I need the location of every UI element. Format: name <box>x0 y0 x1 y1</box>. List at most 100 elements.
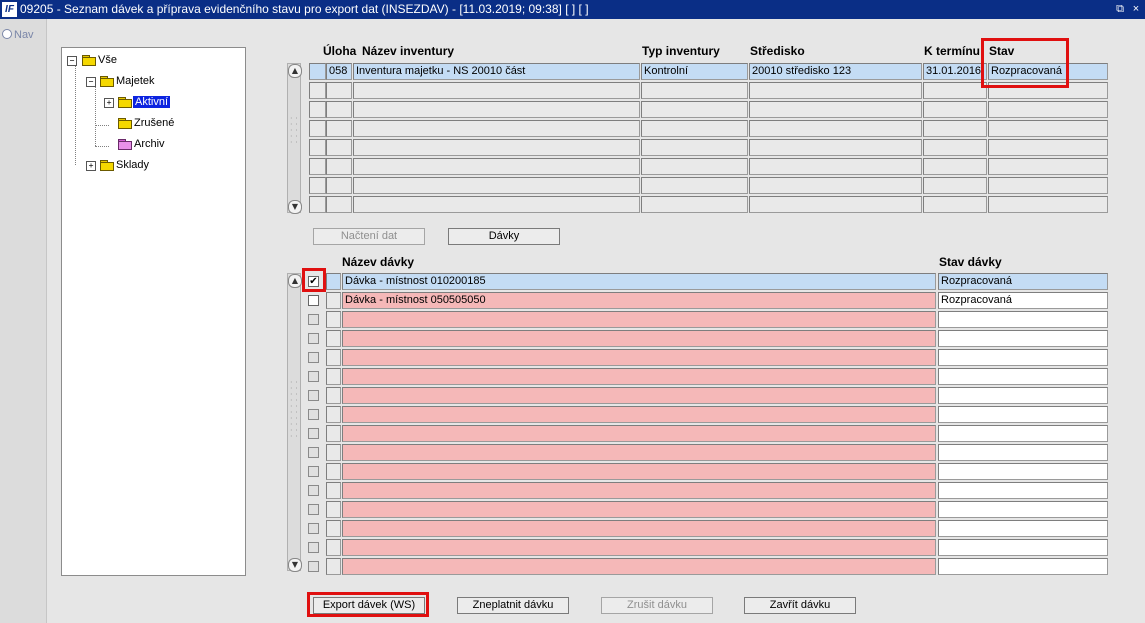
cell-nazev-davky[interactable] <box>342 406 936 423</box>
batch-checkbox[interactable]: ✔ <box>308 276 319 287</box>
row-selector[interactable] <box>309 101 326 118</box>
cell-stav-davky[interactable]: Rozpracovaná <box>938 292 1108 309</box>
scroll-down-icon[interactable]: ▼ <box>288 200 302 214</box>
row-selector[interactable] <box>309 139 326 156</box>
row-selector[interactable] <box>326 444 341 461</box>
cell-stredisko[interactable] <box>749 196 922 213</box>
cell-k-terminu[interactable]: 31.01.2016 <box>923 63 987 80</box>
batch-checkbox[interactable] <box>308 314 319 325</box>
cell-stav-davky[interactable] <box>938 349 1108 366</box>
cell-stredisko[interactable] <box>749 120 922 137</box>
cell-uloha[interactable] <box>326 139 352 156</box>
batch-checkbox[interactable] <box>308 428 319 439</box>
batch-checkbox[interactable] <box>308 542 319 553</box>
cell-nazev-inventury[interactable] <box>353 139 640 156</box>
cell-typ-inventury[interactable]: Kontrolní <box>641 63 748 80</box>
cell-nazev-inventury[interactable] <box>353 101 640 118</box>
cell-typ-inventury[interactable] <box>641 196 748 213</box>
row-selector[interactable] <box>326 520 341 537</box>
expand-icon[interactable]: + <box>104 98 114 108</box>
row-selector[interactable] <box>309 158 326 175</box>
batch-checkbox[interactable] <box>308 561 319 572</box>
cell-stav[interactable] <box>988 101 1108 118</box>
batch-checkbox[interactable] <box>308 409 319 420</box>
cell-stav-davky[interactable] <box>938 558 1108 575</box>
cell-stav-davky[interactable] <box>938 444 1108 461</box>
cell-typ-inventury[interactable] <box>641 101 748 118</box>
cell-stav-davky[interactable] <box>938 406 1108 423</box>
cell-nazev-davky[interactable] <box>342 520 936 537</box>
row-selector[interactable] <box>309 120 326 137</box>
row-selector[interactable] <box>326 311 341 328</box>
batch-checkbox[interactable] <box>308 447 319 458</box>
cell-nazev-inventury[interactable] <box>353 177 640 194</box>
cell-stav-davky[interactable] <box>938 482 1108 499</box>
tree-item-archiv[interactable]: Archiv <box>134 137 165 151</box>
cell-stredisko[interactable] <box>749 158 922 175</box>
cell-uloha[interactable] <box>326 158 352 175</box>
cell-stav-davky[interactable] <box>938 330 1108 347</box>
cell-nazev-davky[interactable] <box>342 368 936 385</box>
cell-k-terminu[interactable] <box>923 196 987 213</box>
tree-item-sklady[interactable]: Sklady <box>116 158 149 172</box>
collapse-icon[interactable]: − <box>67 56 77 66</box>
cell-uloha[interactable]: 058 <box>326 63 352 80</box>
cell-typ-inventury[interactable] <box>641 82 748 99</box>
row-selector[interactable] <box>326 406 341 423</box>
tree-item-vse[interactable]: Vše <box>98 53 117 67</box>
batch-checkbox[interactable] <box>308 466 319 477</box>
cell-nazev-inventury[interactable] <box>353 82 640 99</box>
row-selector[interactable] <box>326 425 341 442</box>
cell-stav-davky[interactable] <box>938 501 1108 518</box>
tree-item-zrusene[interactable]: Zrušené <box>134 116 174 130</box>
zrusit-davku-button[interactable]: Zrušit dávku <box>601 597 713 614</box>
cell-stredisko[interactable] <box>749 101 922 118</box>
cell-nazev-davky[interactable]: Dávka - místnost 050505050 <box>342 292 936 309</box>
cell-typ-inventury[interactable] <box>641 120 748 137</box>
batch-checkbox[interactable] <box>308 333 319 344</box>
cell-stav-davky[interactable]: Rozpracovaná <box>938 273 1108 290</box>
row-selector[interactable] <box>326 482 341 499</box>
batch-checkbox[interactable] <box>308 390 319 401</box>
batch-checkbox[interactable] <box>308 523 319 534</box>
row-selector[interactable] <box>326 368 341 385</box>
cell-nazev-davky[interactable] <box>342 311 936 328</box>
cell-stav[interactable] <box>988 177 1108 194</box>
cell-k-terminu[interactable] <box>923 158 987 175</box>
cell-typ-inventury[interactable] <box>641 177 748 194</box>
cell-k-terminu[interactable] <box>923 82 987 99</box>
batch-checkbox[interactable] <box>308 371 319 382</box>
cell-nazev-davky[interactable] <box>342 539 936 556</box>
cell-nazev-davky[interactable] <box>342 482 936 499</box>
batch-checkbox[interactable] <box>308 352 319 363</box>
cell-nazev-davky[interactable]: Dávka - místnost 010200185 <box>342 273 936 290</box>
scroll-up-icon[interactable]: ▲ <box>288 64 302 78</box>
row-selector[interactable] <box>326 387 341 404</box>
cell-stav-davky[interactable] <box>938 387 1108 404</box>
scroll-down-icon[interactable]: ▼ <box>288 558 302 572</box>
cell-stredisko[interactable]: 20010 středisko 123 <box>749 63 922 80</box>
cell-typ-inventury[interactable] <box>641 139 748 156</box>
batch-checkbox[interactable] <box>308 295 319 306</box>
collapse-icon[interactable]: − <box>86 77 96 87</box>
cell-stav[interactable] <box>988 196 1108 213</box>
cell-nazev-davky[interactable] <box>342 558 936 575</box>
cell-stav[interactable] <box>988 158 1108 175</box>
row-selector[interactable] <box>326 558 341 575</box>
cell-uloha[interactable] <box>326 120 352 137</box>
cell-stredisko[interactable] <box>749 82 922 99</box>
row-selector[interactable] <box>326 273 341 290</box>
cell-stav[interactable] <box>988 120 1108 137</box>
cell-uloha[interactable] <box>326 101 352 118</box>
expand-icon[interactable]: + <box>86 161 96 171</box>
cell-nazev-davky[interactable] <box>342 501 936 518</box>
davky-button[interactable]: Dávky <box>448 228 560 245</box>
cell-stav[interactable]: Rozpracovaná <box>988 63 1108 80</box>
cell-stav-davky[interactable] <box>938 520 1108 537</box>
cell-nazev-inventury[interactable] <box>353 158 640 175</box>
cell-k-terminu[interactable] <box>923 177 987 194</box>
cell-nazev-davky[interactable] <box>342 387 936 404</box>
cell-nazev-davky[interactable] <box>342 349 936 366</box>
cell-uloha[interactable] <box>326 196 352 213</box>
cell-stredisko[interactable] <box>749 177 922 194</box>
